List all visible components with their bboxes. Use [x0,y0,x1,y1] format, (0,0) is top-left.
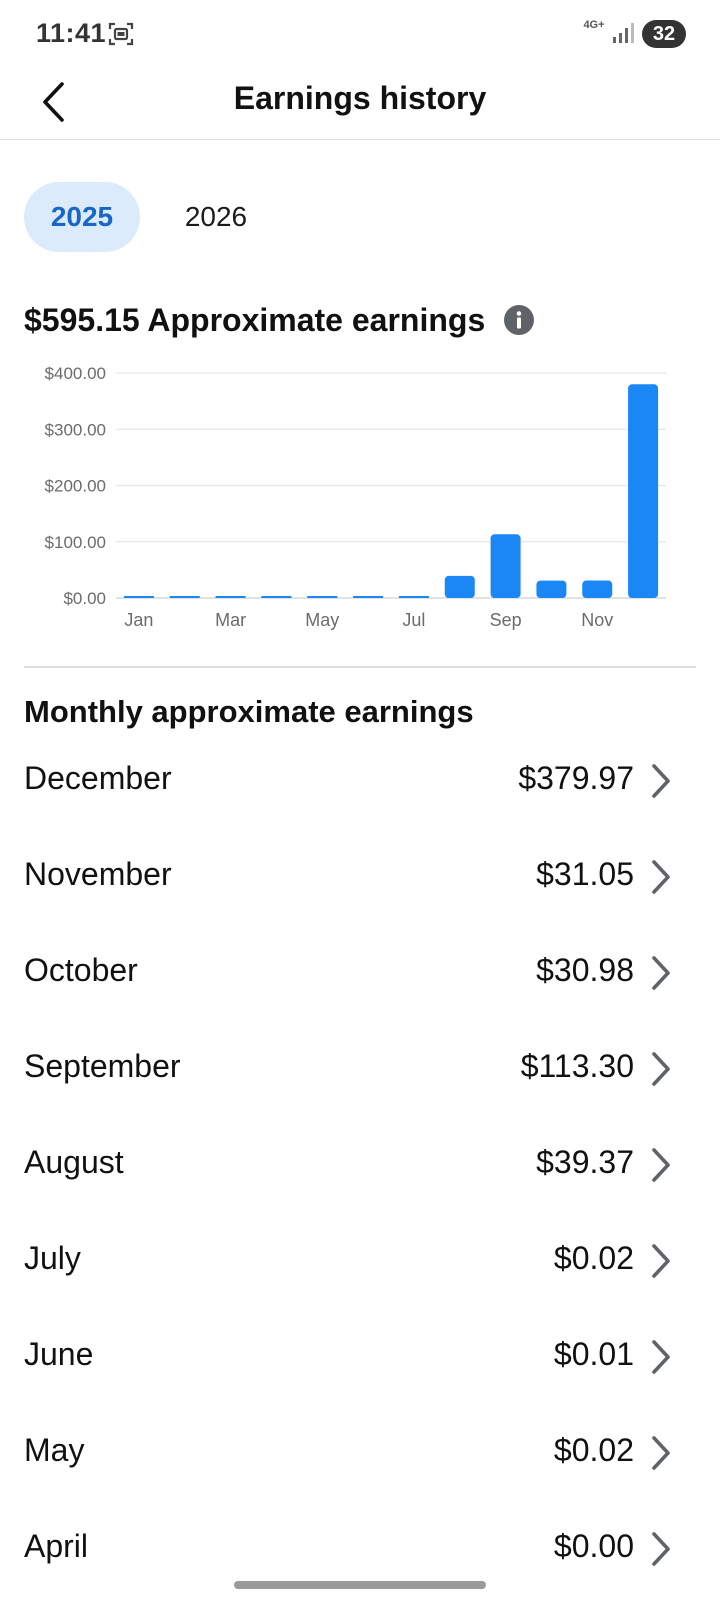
month-name: October [24,952,138,988]
x-tick-label: Jul [402,610,425,630]
chevron-right-icon [652,1532,670,1566]
battery-indicator: 32 [642,20,686,48]
y-tick-label: $400.00 [45,364,106,383]
tab-year-2026[interactable]: 2026 [166,182,266,252]
month-name: June [24,1336,94,1372]
list-item[interactable]: June $0.01 [0,1308,720,1404]
x-tick-label: Jan [124,610,153,630]
x-tick-label: Sep [490,610,522,630]
month-name: November [24,856,172,892]
bar-nov [582,580,613,598]
month-earnings: $113.30 [520,1048,634,1084]
y-tick-label: $0.00 [63,589,106,608]
month-earnings: $0.02 [553,1240,634,1276]
month-earnings: $31.05 [536,856,634,892]
tab-year-2025[interactable]: 2025 [24,182,140,252]
app-bar: Earnings history [0,68,720,140]
network-type: 4G+ [583,19,605,31]
bar-jul [398,596,429,598]
month-earnings: $30.98 [536,952,634,988]
chevron-right-icon [652,1436,670,1470]
list-item[interactable]: July $0.02 [0,1212,720,1308]
signal-icon [613,23,634,43]
chevron-right-icon [652,1148,670,1182]
chevron-right-icon [652,764,670,798]
bar-oct [536,580,567,598]
status-time: 11:41 [36,18,107,48]
month-name: May [24,1432,85,1468]
bar-dec [628,384,659,598]
section-title: Monthly approximate earnings [24,694,474,729]
chevron-right-icon [652,1052,670,1086]
month-name: December [24,760,172,796]
month-earnings: $39.37 [536,1144,634,1180]
bar-jun [353,596,384,598]
list-item[interactable]: November $31.05 [0,828,720,924]
total-earnings: $595.15 Approximate earnings [24,298,535,342]
status-bar: 11:41 4G+ 32 [0,0,720,68]
month-name: July [24,1240,81,1276]
month-earnings: $379.97 [518,760,634,796]
chevron-right-icon [652,1340,670,1374]
bar-apr [261,596,292,598]
x-tick-label: Mar [215,610,246,630]
month-name: September [24,1048,181,1084]
bar-mar [215,596,246,598]
earnings-bar-chart: $0.00 $100.00 $200.00 $300.00 $400.00 Jan Mar M… [45,364,666,630]
chevron-right-icon [652,956,670,990]
page-title: Earnings history [233,80,487,116]
y-tick-label: $100.00 [45,533,106,552]
list-item[interactable]: October $30.98 [0,924,720,1020]
month-earnings: $0.02 [553,1432,634,1468]
chevron-right-icon [652,1244,670,1278]
x-tick-label: Nov [581,610,613,630]
info-icon[interactable] [503,304,535,336]
month-earnings: $0.00 [553,1528,634,1564]
bar-sep [490,534,521,598]
month-name: August [24,1144,124,1180]
bar-feb [169,596,200,598]
bar-aug [444,575,475,598]
divider [24,666,696,668]
month-name: April [24,1528,89,1564]
month-list: December $379.97 November $31.05 October $30.… [0,732,720,1596]
bar-jan [123,596,154,598]
home-indicator [234,1581,486,1589]
y-tick-label: $300.00 [45,420,106,439]
list-item[interactable]: September $113.30 [0,1020,720,1116]
month-earnings: $0.01 [553,1336,634,1372]
x-tick-label: May [305,610,339,630]
bar-may [307,596,338,598]
list-item[interactable]: August $39.37 [0,1116,720,1212]
list-item[interactable]: May $0.02 [0,1404,720,1500]
y-tick-label: $200.00 [45,477,106,496]
chevron-right-icon [652,860,670,894]
total-earnings-label: $595.15 Approximate earnings [24,301,486,338]
list-item[interactable]: December $379.97 [0,732,720,828]
screenshot-icon [108,22,134,46]
